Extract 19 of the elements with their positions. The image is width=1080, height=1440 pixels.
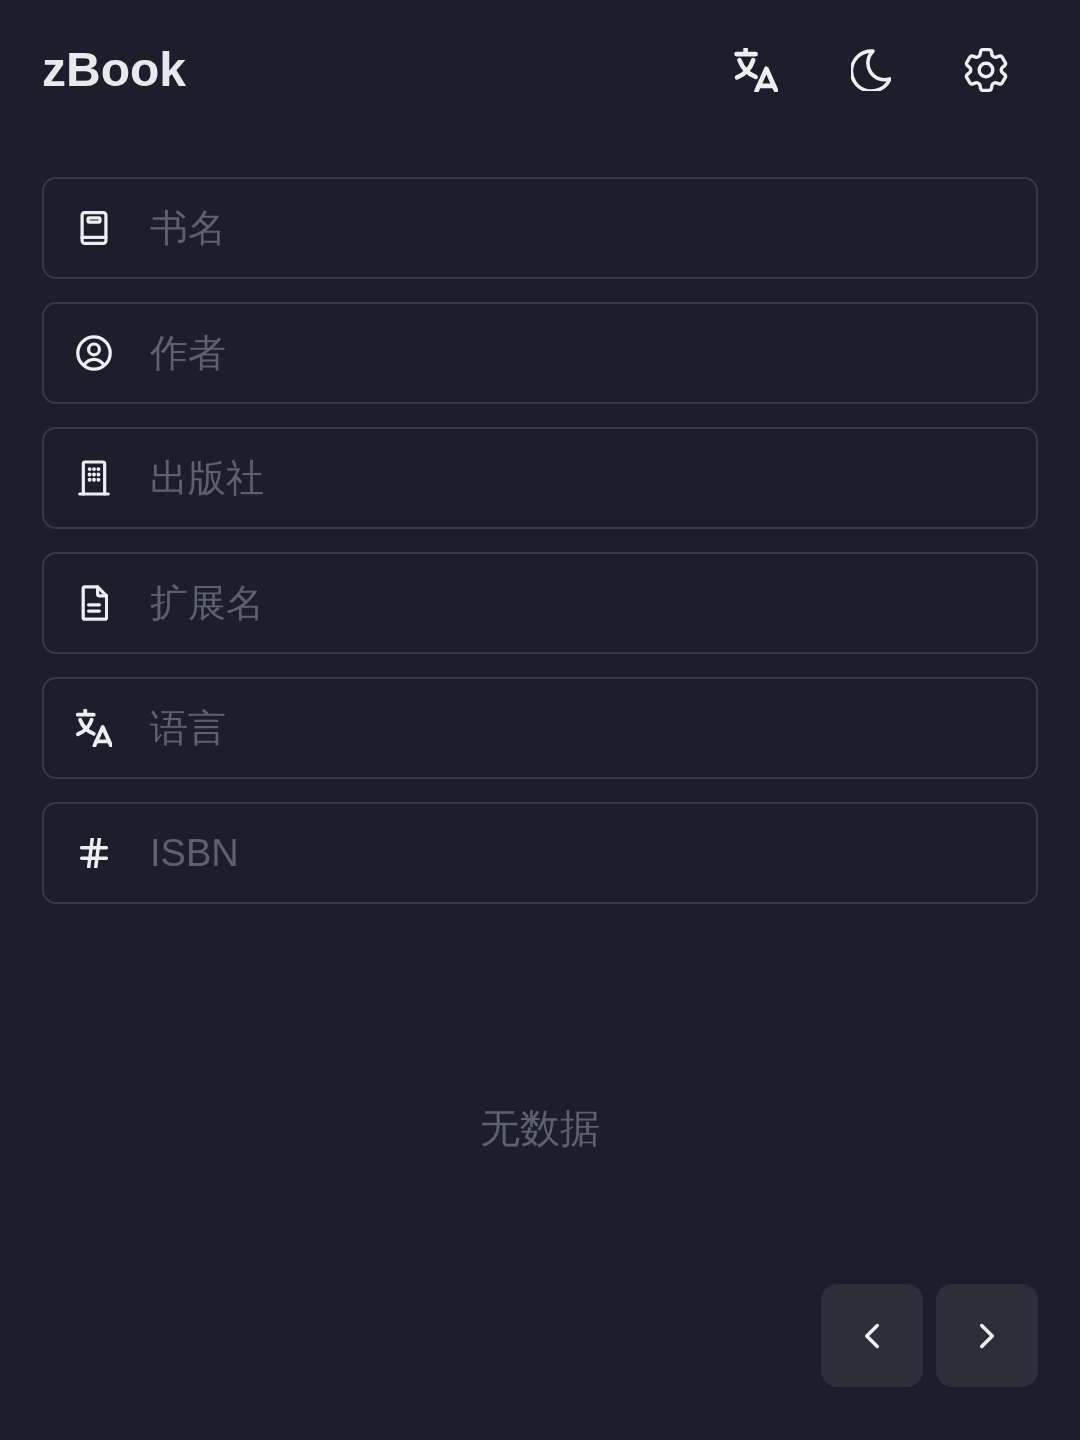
chevron-left-icon: [865, 1322, 879, 1349]
translate-icon: [76, 709, 112, 747]
chevron-right-icon: [980, 1322, 994, 1349]
input-field[interactable]: 出版社: [42, 427, 1038, 529]
translate-icon: [734, 48, 778, 92]
book-icon: [80, 211, 108, 245]
document-icon: [80, 585, 108, 621]
hash-icon: [79, 838, 109, 868]
input-field[interactable]: 扩展名: [42, 552, 1038, 654]
empty-state-text: 无数据: [480, 1105, 600, 1152]
app-title: zBook: [42, 46, 186, 94]
user-circle-icon: [76, 335, 112, 371]
input-field[interactable]: ISBN: [42, 802, 1038, 904]
settings-icon: [964, 48, 1008, 92]
input-field[interactable]: 书名: [42, 177, 1038, 279]
moon-icon: [851, 49, 891, 91]
input-field[interactable]: 作者: [42, 302, 1038, 404]
input-field[interactable]: 语言: [42, 677, 1038, 779]
building-icon: [78, 460, 110, 496]
